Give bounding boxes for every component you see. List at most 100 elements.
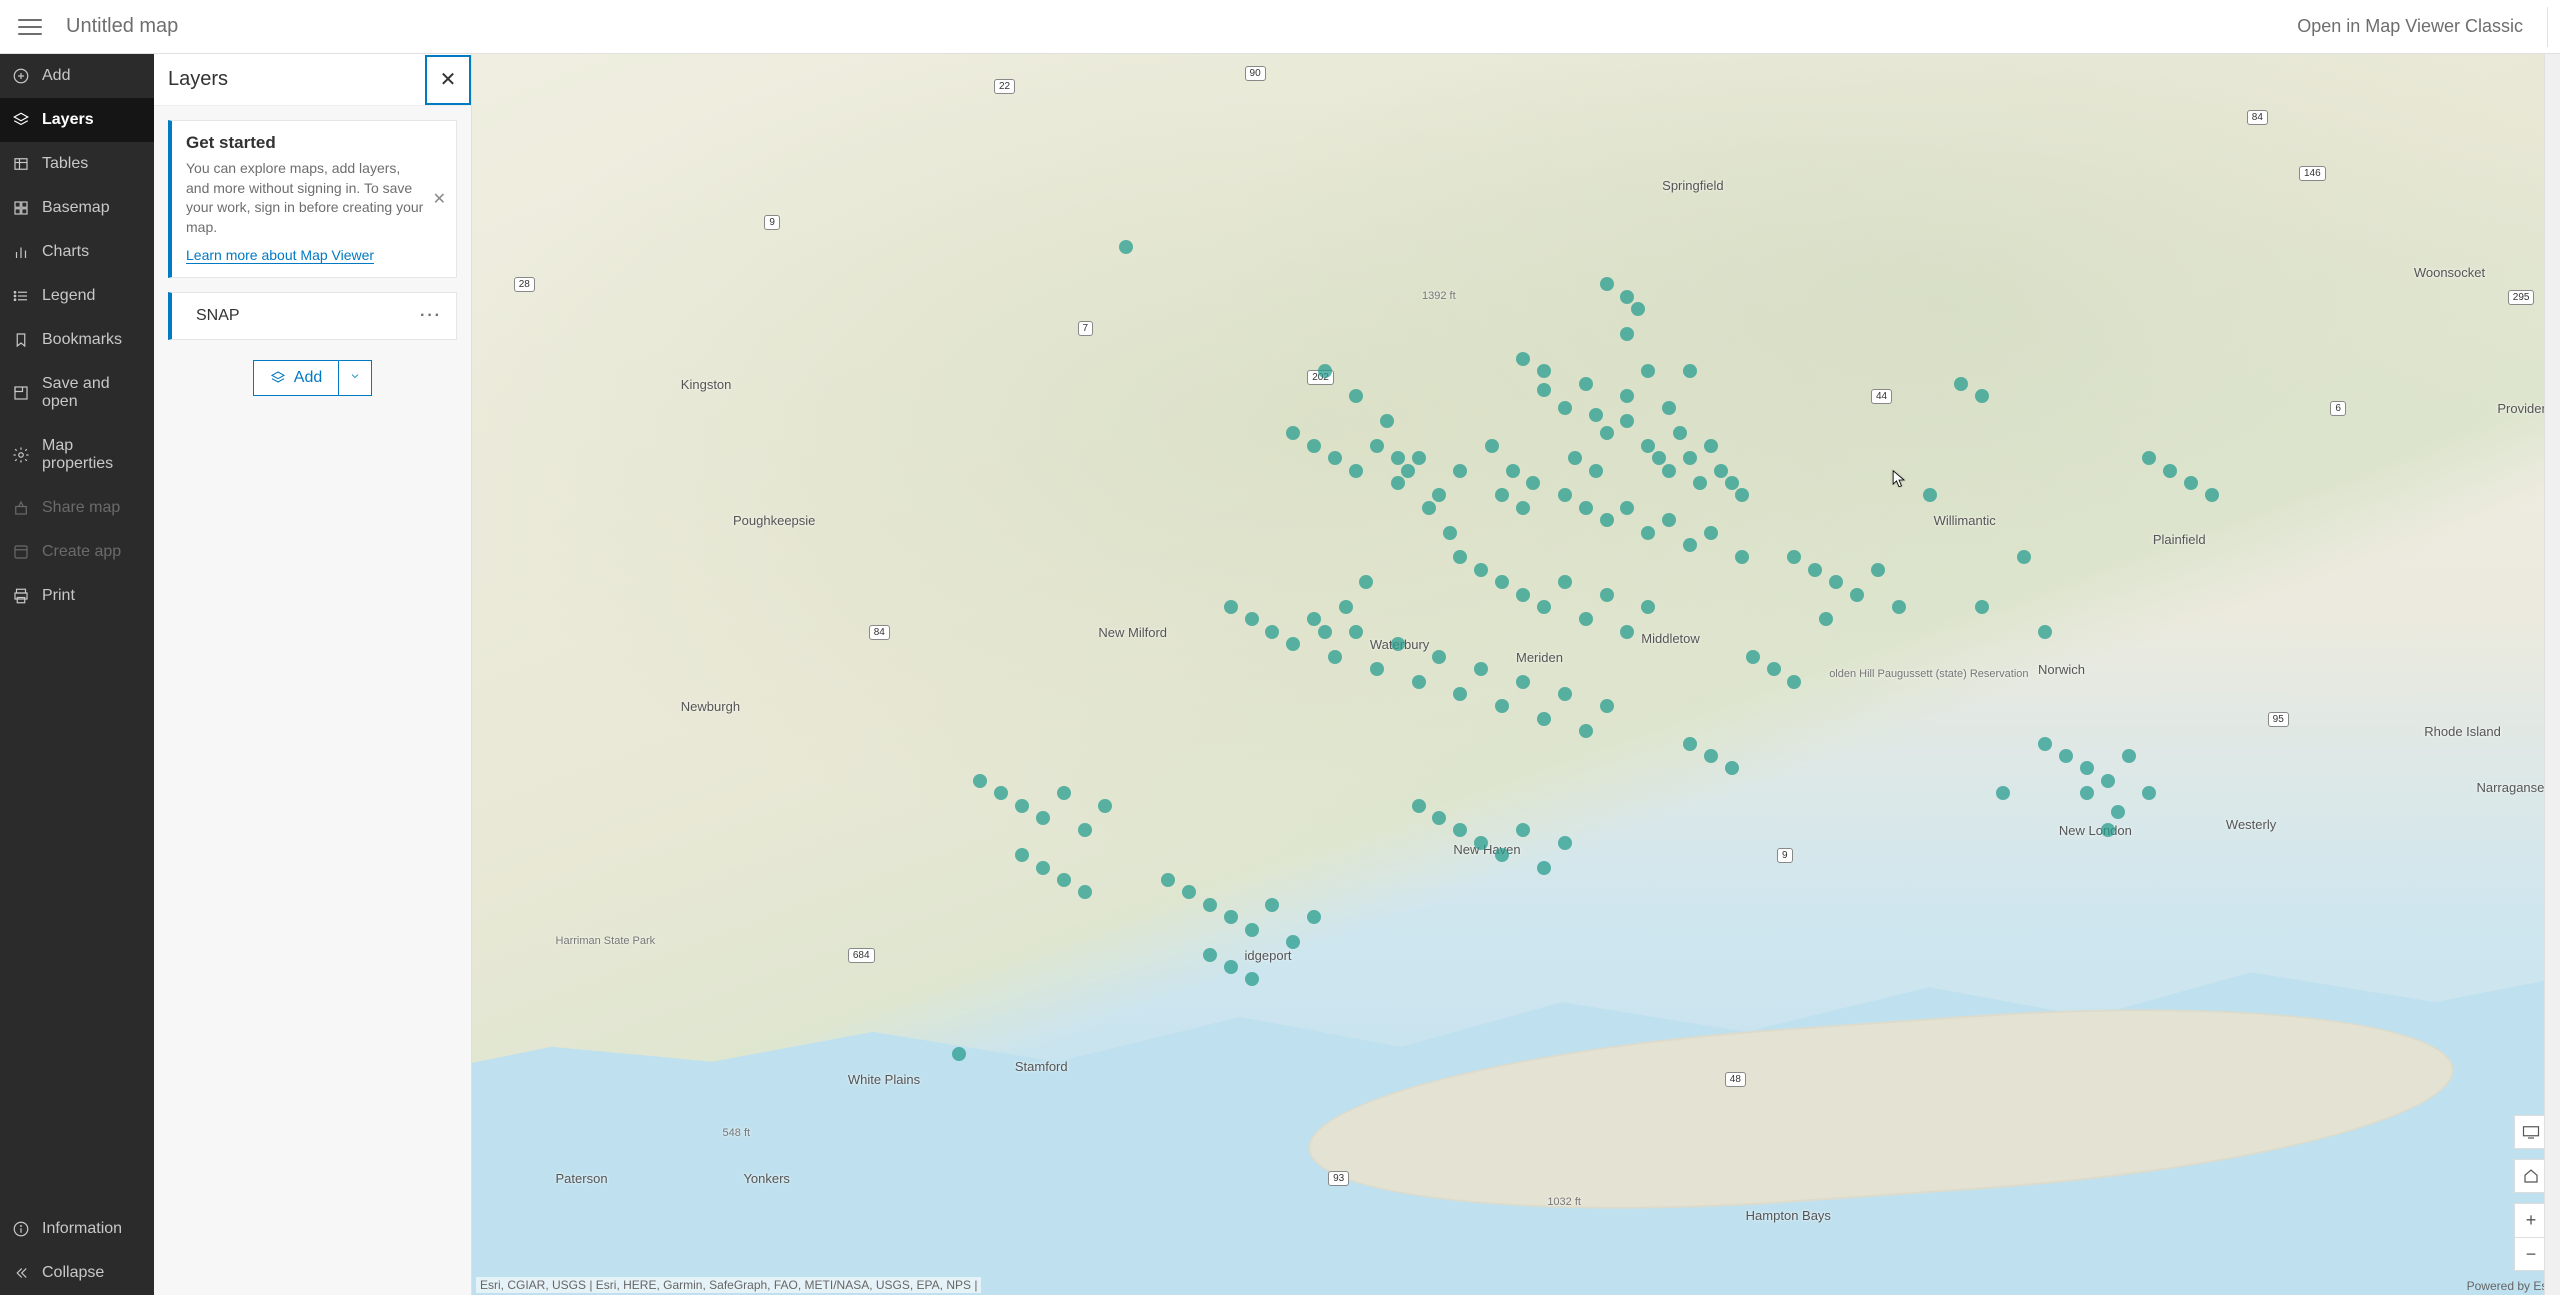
- data-point[interactable]: [1589, 408, 1603, 422]
- data-point[interactable]: [1349, 464, 1363, 478]
- data-point[interactable]: [1245, 923, 1259, 937]
- data-point[interactable]: [1850, 588, 1864, 602]
- data-point[interactable]: [1641, 439, 1655, 453]
- sidebar-item-legend[interactable]: Legend: [0, 274, 154, 318]
- data-point[interactable]: [1558, 836, 1572, 850]
- sidebar-item-layers[interactable]: Layers: [0, 98, 154, 142]
- sidebar-item-save-open[interactable]: Save and open: [0, 362, 154, 424]
- sidebar-item-basemap[interactable]: Basemap: [0, 186, 154, 230]
- data-point[interactable]: [1098, 799, 1112, 813]
- data-point[interactable]: [1579, 612, 1593, 626]
- data-point[interactable]: [1474, 563, 1488, 577]
- close-layers-button[interactable]: ✕: [425, 55, 471, 105]
- map-title[interactable]: Untitled map: [66, 15, 178, 38]
- data-point[interactable]: [1015, 848, 1029, 862]
- data-point[interactable]: [1892, 600, 1906, 614]
- data-point[interactable]: [1412, 451, 1426, 465]
- data-point[interactable]: [1474, 836, 1488, 850]
- data-point[interactable]: [1746, 650, 1760, 664]
- data-point[interactable]: [1245, 612, 1259, 626]
- data-point[interactable]: [1683, 737, 1697, 751]
- data-point[interactable]: [2101, 823, 2115, 837]
- data-point[interactable]: [1328, 650, 1342, 664]
- data-point[interactable]: [1412, 799, 1426, 813]
- home-extent-button[interactable]: [2514, 1159, 2548, 1193]
- add-layer-dropdown-button[interactable]: [338, 361, 371, 395]
- data-point[interactable]: [1673, 426, 1687, 440]
- data-point[interactable]: [1506, 464, 1520, 478]
- data-point[interactable]: [1370, 662, 1384, 676]
- data-point[interactable]: [1704, 439, 1718, 453]
- data-point[interactable]: [2101, 774, 2115, 788]
- data-point[interactable]: [1307, 439, 1321, 453]
- data-point[interactable]: [2080, 786, 2094, 800]
- data-point[interactable]: [1767, 662, 1781, 676]
- data-point[interactable]: [2111, 805, 2125, 819]
- data-point[interactable]: [1078, 823, 1092, 837]
- data-point[interactable]: [1725, 476, 1739, 490]
- data-point[interactable]: [2122, 749, 2136, 763]
- data-point[interactable]: [1224, 600, 1238, 614]
- data-point[interactable]: [1203, 948, 1217, 962]
- data-point[interactable]: [1391, 451, 1405, 465]
- data-point[interactable]: [2038, 737, 2052, 751]
- data-point[interactable]: [1600, 513, 1614, 527]
- data-point[interactable]: [1453, 464, 1467, 478]
- data-point[interactable]: [1516, 675, 1530, 689]
- sidebar-item-map-properties[interactable]: Map properties: [0, 424, 154, 486]
- data-point[interactable]: [1036, 861, 1050, 875]
- data-point[interactable]: [1422, 501, 1436, 515]
- data-point[interactable]: [1558, 575, 1572, 589]
- data-point[interactable]: [1704, 749, 1718, 763]
- data-point[interactable]: [1224, 960, 1238, 974]
- dismiss-callout-button[interactable]: ✕: [433, 189, 446, 209]
- data-point[interactable]: [1579, 724, 1593, 738]
- data-point[interactable]: [1339, 600, 1353, 614]
- zoom-in-button[interactable]: +: [2514, 1203, 2548, 1237]
- data-point[interactable]: [1537, 712, 1551, 726]
- data-point[interactable]: [1579, 377, 1593, 391]
- data-point[interactable]: [1224, 910, 1238, 924]
- data-point[interactable]: [1318, 364, 1332, 378]
- sidebar-item-charts[interactable]: Charts: [0, 230, 154, 274]
- data-point[interactable]: [1349, 389, 1363, 403]
- data-point[interactable]: [1516, 588, 1530, 602]
- data-point[interactable]: [1600, 588, 1614, 602]
- sidebar-item-add[interactable]: Add: [0, 54, 154, 98]
- data-point[interactable]: [1391, 637, 1405, 651]
- data-point[interactable]: [1558, 488, 1572, 502]
- data-point[interactable]: [1370, 439, 1384, 453]
- data-point[interactable]: [1589, 464, 1603, 478]
- data-point[interactable]: [1057, 786, 1071, 800]
- data-point[interactable]: [1641, 526, 1655, 540]
- data-point[interactable]: [1631, 302, 1645, 316]
- data-point[interactable]: [1683, 538, 1697, 552]
- zoom-out-button[interactable]: −: [2514, 1237, 2548, 1271]
- data-point[interactable]: [1443, 526, 1457, 540]
- sidebar-item-tables[interactable]: Tables: [0, 142, 154, 186]
- data-point[interactable]: [1245, 972, 1259, 986]
- data-point[interactable]: [952, 1047, 966, 1061]
- sidebar-item-information[interactable]: Information: [0, 1207, 154, 1251]
- data-point[interactable]: [1412, 675, 1426, 689]
- data-point[interactable]: [1516, 352, 1530, 366]
- data-point[interactable]: [1652, 451, 1666, 465]
- menu-toggle-button[interactable]: [18, 15, 42, 39]
- data-point[interactable]: [1349, 625, 1363, 639]
- data-point[interactable]: [1537, 600, 1551, 614]
- map-canvas[interactable]: SpringfieldWoonsocketKingstonProvidenPou…: [472, 54, 2560, 1295]
- data-point[interactable]: [1485, 439, 1499, 453]
- data-point[interactable]: [2163, 464, 2177, 478]
- data-point[interactable]: [1537, 383, 1551, 397]
- data-point[interactable]: [1787, 675, 1801, 689]
- data-point[interactable]: [1516, 501, 1530, 515]
- data-point[interactable]: [1871, 563, 1885, 577]
- data-point[interactable]: [1714, 464, 1728, 478]
- data-point[interactable]: [2059, 749, 2073, 763]
- fullscreen-button[interactable]: [2514, 1115, 2548, 1149]
- data-point[interactable]: [1558, 687, 1572, 701]
- sidebar-item-print[interactable]: Print: [0, 574, 154, 618]
- powered-by-label[interactable]: Powered by Esri: [2467, 1279, 2554, 1293]
- data-point[interactable]: [1579, 501, 1593, 515]
- sidebar-item-bookmarks[interactable]: Bookmarks: [0, 318, 154, 362]
